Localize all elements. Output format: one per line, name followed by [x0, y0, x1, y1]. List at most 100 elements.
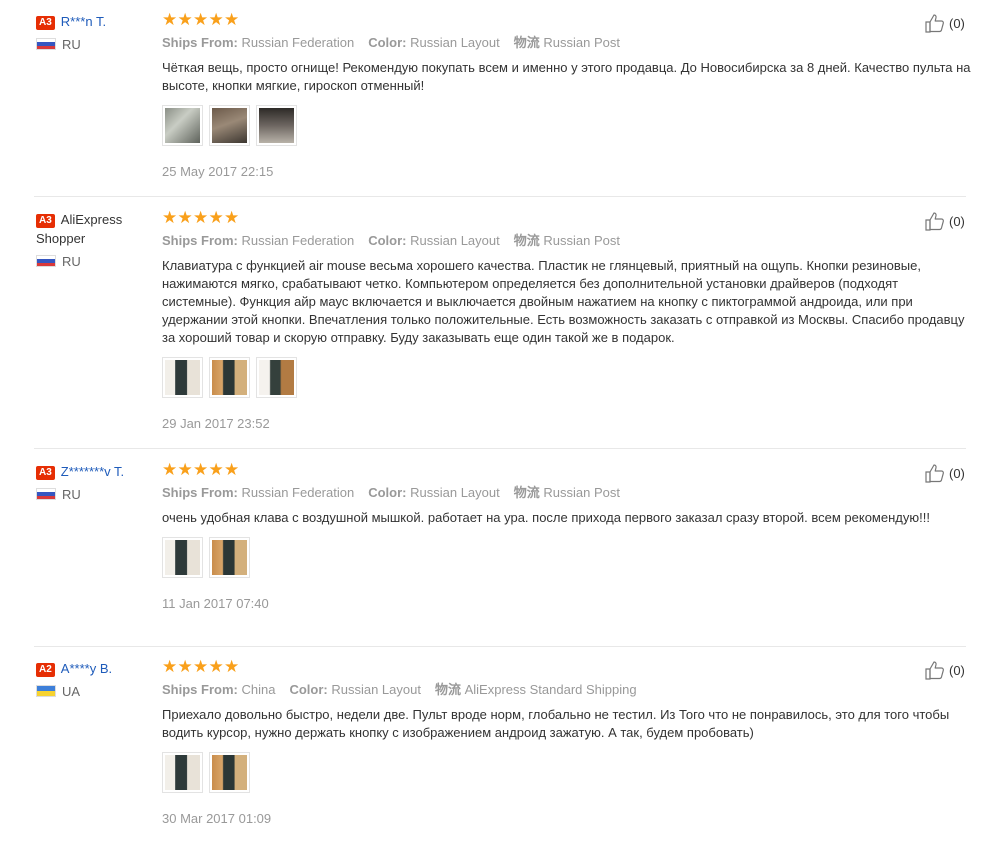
star-rating: ★ ★ ★ ★ ★ [162, 10, 972, 29]
buyer-level-badge: A2 [36, 663, 55, 677]
buyer-name[interactable]: R***n T. [61, 14, 106, 29]
buyer-level-badge: A3 [36, 466, 55, 480]
star-icon: ★ [193, 657, 209, 676]
star-icon: ★ [224, 657, 240, 676]
buyer-name-line: A3 Z*******v T. [36, 462, 156, 481]
review-content: ★ ★ ★ ★ ★ Ships From: China Color: Russian Lay… [162, 657, 972, 826]
thumbs-up-icon[interactable] [924, 13, 946, 33]
photo-thumbnail[interactable] [209, 537, 250, 578]
review-text: Клавиатура с функцией air mouse весьма х… [162, 258, 965, 345]
star-icon: ★ [208, 657, 224, 676]
photo-image [165, 360, 200, 395]
buyer-name[interactable]: A****y B. [61, 661, 112, 676]
review-date: 25 May 2017 22:15 [162, 164, 274, 179]
thumbs-up-icon[interactable] [924, 463, 946, 483]
star-icon: ★ [208, 208, 224, 227]
photo-thumbnail[interactable] [162, 537, 203, 578]
ships-from-value: China [241, 682, 276, 697]
photo-thumbnail[interactable] [209, 105, 250, 146]
star-icon: ★ [162, 657, 178, 676]
star-icon: ★ [224, 460, 240, 479]
photo-thumbnail[interactable] [256, 357, 297, 398]
star-icon: ★ [224, 208, 240, 227]
buyer-country: RU [36, 253, 156, 269]
photo-thumbnail[interactable] [209, 357, 250, 398]
star-icon: ★ [177, 208, 193, 227]
photo-image [212, 755, 247, 790]
photo-image [212, 540, 247, 575]
star-icon: ★ [193, 208, 209, 227]
buyer-name-line: A2 A****y B. [36, 659, 156, 678]
ships-from-label: Ships From: [162, 35, 238, 50]
photo-image [259, 360, 294, 395]
color-value: Russian Layout [410, 35, 500, 50]
review-text: очень удобная клава с воздушной мышкой. … [162, 510, 930, 525]
star-icon: ★ [177, 460, 193, 479]
review-content: ★ ★ ★ ★ ★ Ships From: Russian Federation Color… [162, 10, 972, 179]
country-flag-icon [36, 685, 56, 697]
helpful-button[interactable]: (0) [924, 210, 965, 232]
photo-thumbnail[interactable] [162, 105, 203, 146]
review-date: 11 Jan 2017 07:40 [162, 596, 269, 611]
order-info: Ships From: Russian Federation Color: Rus… [162, 484, 972, 501]
helpful-button[interactable]: (0) [924, 12, 965, 34]
ships-from-label: Ships From: [162, 682, 238, 697]
ships-from-label: Ships From: [162, 233, 238, 248]
star-icon: ★ [162, 208, 178, 227]
photo-image [165, 108, 200, 143]
color-value: Russian Layout [410, 485, 500, 500]
photo-thumbnail[interactable] [256, 105, 297, 146]
star-icon: ★ [177, 10, 193, 29]
thumbs-up-icon[interactable] [924, 660, 946, 680]
logistics-value: Russian Post [543, 485, 620, 500]
review-divider [34, 196, 966, 197]
color-label: Color: [368, 485, 407, 500]
buyer-name[interactable]: Z*******v T. [61, 464, 124, 479]
buyer-level-badge: A3 [36, 214, 55, 228]
helpful-button[interactable]: (0) [924, 659, 965, 681]
order-info: Ships From: China Color: Russian Layout 物流… [162, 681, 972, 698]
review-content: ★ ★ ★ ★ ★ Ships From: Russian Federation Color… [162, 208, 972, 431]
ships-from-value: Russian Federation [241, 233, 355, 248]
buyer-info: A2 A****y B. UA [36, 659, 156, 699]
logistics-value: Russian Post [543, 233, 620, 248]
thumbs-up-icon[interactable] [924, 211, 946, 231]
star-icon: ★ [208, 10, 224, 29]
ships-from-value: Russian Federation [241, 35, 355, 50]
logistics-label: 物流 [434, 682, 461, 697]
photo-image [212, 360, 247, 395]
logistics-label: 物流 [513, 35, 540, 50]
country-flag-icon [36, 38, 56, 50]
color-label: Color: [368, 35, 407, 50]
star-rating: ★ ★ ★ ★ ★ [162, 460, 972, 479]
photo-image [212, 108, 247, 143]
buyer-info: A3 AliExpress Shopper RU [36, 210, 156, 269]
photo-thumbnail[interactable] [209, 752, 250, 793]
color-value: Russian Layout [410, 233, 500, 248]
review-divider [34, 646, 966, 647]
color-label: Color: [368, 233, 407, 248]
logistics-label: 物流 [513, 233, 540, 248]
review-photos [162, 357, 972, 398]
star-icon: ★ [224, 10, 240, 29]
review-date: 29 Jan 2017 23:52 [162, 416, 270, 431]
country-flag-icon [36, 255, 56, 267]
buyer-name-line: A3 AliExpress Shopper [36, 210, 156, 248]
color-label: Color: [289, 682, 328, 697]
review-text: Чёткая вещь, просто огнище! Рекомендую п… [162, 60, 971, 93]
helpful-button[interactable]: (0) [924, 462, 965, 484]
buyer-country: UA [36, 683, 156, 699]
photo-thumbnail[interactable] [162, 752, 203, 793]
star-icon: ★ [162, 10, 178, 29]
buyer-info: A3 R***n T. RU [36, 12, 156, 52]
photo-thumbnail[interactable] [162, 357, 203, 398]
helpful-count: (0) [949, 15, 965, 31]
review-content: ★ ★ ★ ★ ★ Ships From: Russian Federation Color… [162, 460, 972, 611]
order-info: Ships From: Russian Federation Color: Rus… [162, 232, 972, 249]
helpful-count: (0) [949, 213, 965, 229]
logistics-value: Russian Post [543, 35, 620, 50]
buyer-info: A3 Z*******v T. RU [36, 462, 156, 502]
star-icon: ★ [162, 460, 178, 479]
photo-image [165, 755, 200, 790]
star-icon: ★ [193, 10, 209, 29]
